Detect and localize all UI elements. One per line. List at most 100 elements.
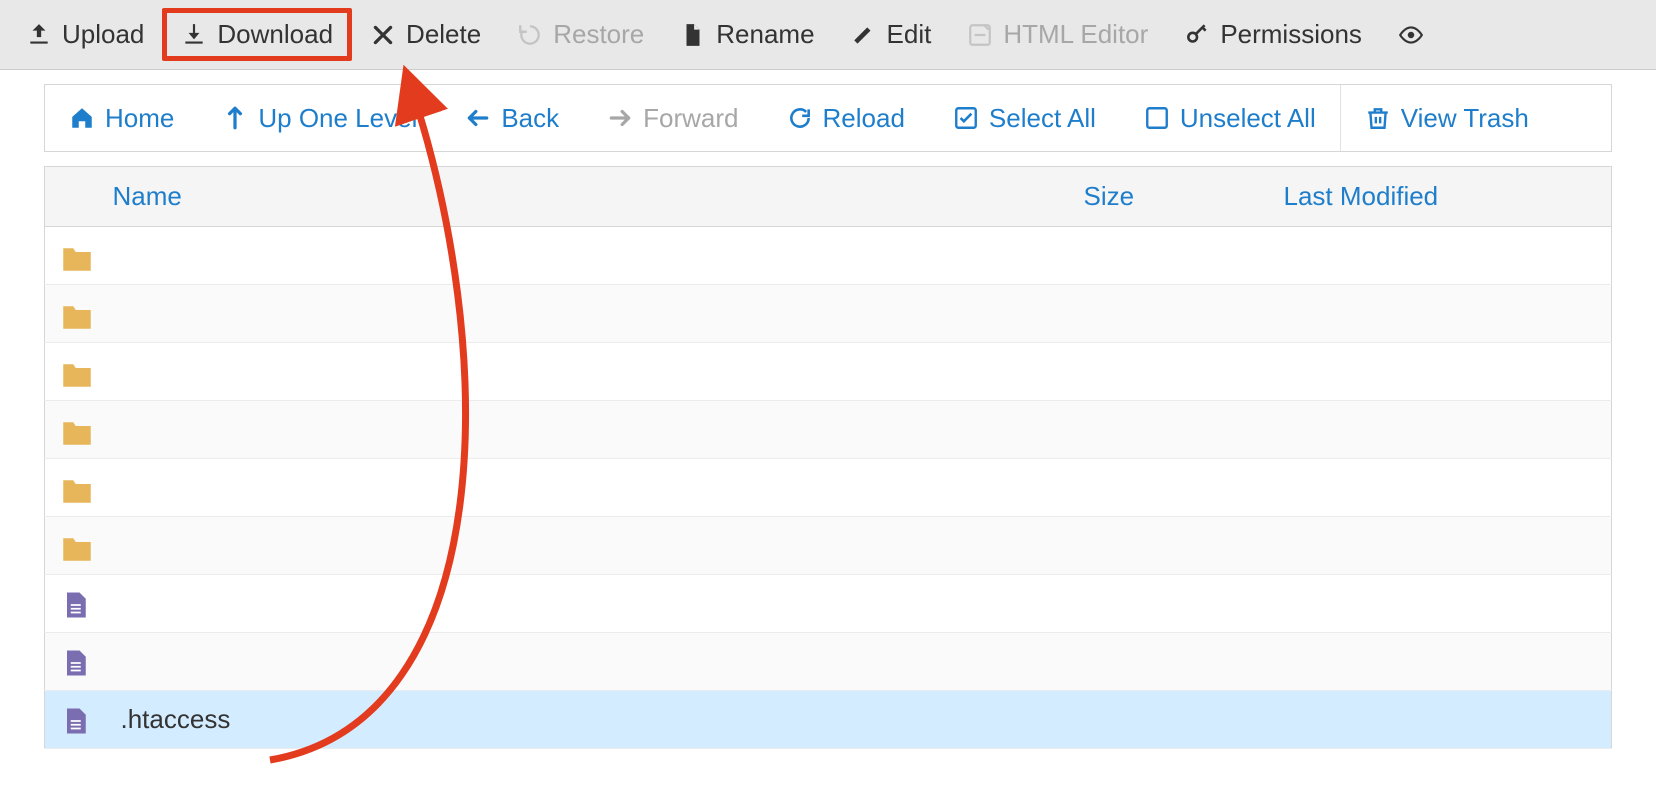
table-row[interactable] <box>45 459 1612 517</box>
delete-icon <box>370 22 396 48</box>
back-button[interactable]: Back <box>441 85 583 151</box>
main-toolbar: Upload Download Delete Restore Rename Ed… <box>0 0 1656 70</box>
file-size-cell <box>1072 633 1272 691</box>
file-size-cell <box>1072 459 1272 517</box>
rename-button[interactable]: Rename <box>662 9 832 60</box>
upload-button[interactable]: Upload <box>8 9 162 60</box>
file-name-cell[interactable] <box>109 227 1072 285</box>
up-one-level-button[interactable]: Up One Level <box>198 85 441 151</box>
file-name-cell[interactable] <box>109 343 1072 401</box>
folder-icon <box>59 532 95 562</box>
table-row[interactable] <box>45 401 1612 459</box>
folder-icon <box>59 358 95 388</box>
html-editor-button: HTML Editor <box>949 9 1166 60</box>
check-on-icon <box>953 105 979 131</box>
reload-icon <box>787 105 813 131</box>
file-name-cell[interactable] <box>109 285 1072 343</box>
file-name-cell[interactable] <box>109 459 1072 517</box>
col-size-header[interactable]: Size <box>1072 167 1272 227</box>
file-icon <box>59 706 95 736</box>
download-label: Download <box>217 19 333 50</box>
table-row[interactable] <box>45 285 1612 343</box>
back-label: Back <box>501 103 559 134</box>
permissions-label: Permissions <box>1220 19 1362 50</box>
up-arrow-icon <box>222 105 248 131</box>
view-button[interactable] <box>1380 12 1424 58</box>
select-all-button[interactable]: Select All <box>929 85 1120 151</box>
home-label: Home <box>105 103 174 134</box>
folder-icon <box>59 242 95 272</box>
table-row[interactable] <box>45 517 1612 575</box>
table-row[interactable] <box>45 633 1612 691</box>
folder-icon <box>59 474 95 504</box>
file-name-cell[interactable] <box>109 517 1072 575</box>
file-size-cell <box>1072 517 1272 575</box>
file-modified-cell <box>1272 343 1612 401</box>
file-icon-cell <box>45 691 109 749</box>
file-name-cell[interactable] <box>109 401 1072 459</box>
eye-icon <box>1398 22 1424 48</box>
navigation-bar: Home Up One Level Back Forward Reload Se… <box>44 84 1612 152</box>
edit-label: Edit <box>887 19 932 50</box>
forward-button: Forward <box>583 85 762 151</box>
permissions-button[interactable]: Permissions <box>1166 9 1380 60</box>
view-trash-button[interactable]: View Trash <box>1341 85 1553 151</box>
html-editor-icon <box>967 22 993 48</box>
col-name-label: Name <box>113 181 182 211</box>
file-modified-cell <box>1272 285 1612 343</box>
file-size-cell <box>1072 343 1272 401</box>
restore-label: Restore <box>553 19 644 50</box>
file-modified-cell <box>1272 459 1612 517</box>
home-icon <box>69 105 95 131</box>
trash-icon <box>1365 105 1391 131</box>
folder-icon-cell <box>45 285 109 343</box>
rename-icon <box>680 22 706 48</box>
file-name-cell[interactable] <box>109 633 1072 691</box>
delete-label: Delete <box>406 19 481 50</box>
file-modified-cell <box>1272 517 1612 575</box>
edit-button[interactable]: Edit <box>833 9 950 60</box>
restore-icon <box>517 22 543 48</box>
download-icon <box>181 22 207 48</box>
home-button[interactable]: Home <box>45 85 198 151</box>
html-editor-label: HTML Editor <box>1003 19 1148 50</box>
table-row[interactable] <box>45 227 1612 285</box>
upload-label: Upload <box>62 19 144 50</box>
file-icon-cell <box>45 633 109 691</box>
download-button[interactable]: Download <box>162 8 352 61</box>
folder-icon-cell <box>45 517 109 575</box>
file-name-cell[interactable]: .htaccess <box>109 691 1072 749</box>
folder-icon <box>59 416 95 446</box>
folder-icon-cell <box>45 227 109 285</box>
table-row[interactable] <box>45 343 1612 401</box>
file-icon-cell <box>45 575 109 633</box>
forward-label: Forward <box>643 103 738 134</box>
col-modified-header[interactable]: Last Modified <box>1272 167 1612 227</box>
file-icon <box>59 648 95 678</box>
file-size-cell <box>1072 227 1272 285</box>
file-modified-cell <box>1272 575 1612 633</box>
file-modified-cell <box>1272 691 1612 749</box>
file-size-cell <box>1072 401 1272 459</box>
file-modified-cell <box>1272 227 1612 285</box>
unselect-all-button[interactable]: Unselect All <box>1120 85 1340 151</box>
table-row[interactable] <box>45 575 1612 633</box>
check-off-icon <box>1144 105 1170 131</box>
file-modified-cell <box>1272 401 1612 459</box>
forward-arrow-icon <box>607 105 633 131</box>
view-trash-label: View Trash <box>1401 103 1529 134</box>
permissions-icon <box>1184 22 1210 48</box>
file-name-cell[interactable] <box>109 575 1072 633</box>
file-icon <box>59 590 95 620</box>
file-size-cell <box>1072 285 1272 343</box>
upload-icon <box>26 22 52 48</box>
col-icon-header <box>45 167 109 227</box>
delete-button[interactable]: Delete <box>352 9 499 60</box>
reload-button[interactable]: Reload <box>763 85 929 151</box>
col-name-header[interactable]: Name <box>109 167 1072 227</box>
folder-icon <box>59 300 95 330</box>
table-row[interactable]: .htaccess <box>45 691 1612 749</box>
back-arrow-icon <box>465 105 491 131</box>
edit-icon <box>851 22 877 48</box>
restore-button: Restore <box>499 9 662 60</box>
